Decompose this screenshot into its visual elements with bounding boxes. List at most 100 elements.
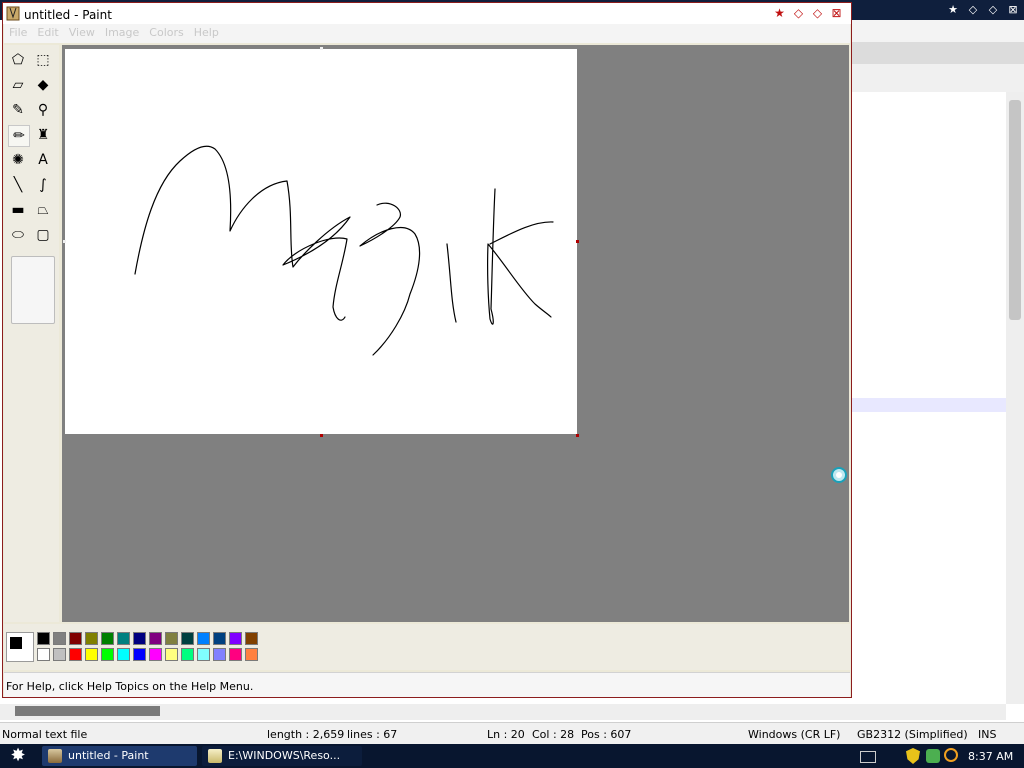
paint-titlebar bbox=[3, 3, 851, 24]
color-swatch[interactable] bbox=[213, 632, 226, 645]
line-number: Ln : 20 bbox=[487, 728, 525, 741]
menu-file[interactable]: File bbox=[4, 24, 32, 43]
color-swatch[interactable] bbox=[69, 648, 82, 661]
color-swatch[interactable] bbox=[245, 648, 258, 661]
position: Pos : 607 bbox=[581, 728, 632, 741]
network-icon[interactable] bbox=[926, 749, 940, 763]
fill-icon[interactable]: ◆ bbox=[33, 75, 53, 95]
background-toolbar bbox=[852, 20, 1024, 43]
free-form-select-icon[interactable]: ⬠ bbox=[8, 50, 28, 70]
file-type: Normal text file bbox=[2, 728, 88, 741]
color-swatch[interactable] bbox=[117, 632, 130, 645]
ellipse-icon[interactable]: ⬭ bbox=[8, 225, 28, 245]
color-swatch[interactable] bbox=[101, 632, 114, 645]
polygon-icon[interactable]: ⏢ bbox=[33, 200, 53, 220]
color-swatch[interactable] bbox=[69, 632, 82, 645]
color-swatch[interactable] bbox=[197, 648, 210, 661]
shield-icon[interactable] bbox=[906, 748, 920, 764]
curve-icon[interactable]: ∫ bbox=[33, 175, 53, 195]
background-tabbar-2 bbox=[852, 64, 1024, 93]
color-swatch[interactable] bbox=[197, 632, 210, 645]
background-window-controls: ★ ◇ ◇ ⊠ bbox=[946, 2, 1020, 18]
menu-colors[interactable]: Colors bbox=[144, 24, 188, 43]
menu-image[interactable]: Image bbox=[100, 24, 144, 43]
menu-view[interactable]: View bbox=[64, 24, 100, 43]
minimize-icon[interactable]: ◇ bbox=[791, 6, 806, 21]
restore-icon[interactable]: ◇ bbox=[986, 3, 1000, 17]
line-icon[interactable]: ╲ bbox=[8, 175, 28, 195]
window-title: untitled - Paint bbox=[24, 8, 112, 22]
pencil-icon[interactable]: ✏ bbox=[8, 125, 30, 147]
brush-icon[interactable]: ♜ bbox=[33, 125, 53, 145]
color-swatch[interactable] bbox=[165, 648, 178, 661]
taskbar-item-paint[interactable]: untitled - Paint bbox=[42, 746, 197, 766]
color-swatch[interactable] bbox=[133, 648, 146, 661]
paint-icon bbox=[48, 749, 62, 763]
menu-edit[interactable]: Edit bbox=[32, 24, 63, 43]
magnifier-icon[interactable]: ⚲ bbox=[33, 100, 53, 120]
encoding: GB2312 (Simplified) bbox=[857, 728, 968, 741]
color-swatch[interactable] bbox=[149, 632, 162, 645]
status-text: For Help, click Help Topics on the Help … bbox=[6, 680, 254, 693]
color-swatch[interactable] bbox=[181, 648, 194, 661]
menu-help[interactable]: Help bbox=[189, 24, 224, 43]
eraser-icon[interactable]: ▱ bbox=[8, 75, 28, 95]
taskbar-item-notepad[interactable]: E:\WINDOWS\Reso... bbox=[202, 746, 362, 766]
text-icon[interactable]: A bbox=[33, 150, 53, 170]
column-number: Col : 28 bbox=[532, 728, 575, 741]
color-swatch[interactable] bbox=[37, 632, 50, 645]
lines: lines : 67 bbox=[347, 728, 398, 741]
close-icon[interactable]: ⊠ bbox=[829, 6, 844, 21]
menubar: File Edit View Image Colors Help bbox=[4, 24, 850, 43]
rounded-rectangle-icon[interactable]: ▢ bbox=[33, 225, 53, 245]
star-icon[interactable]: ✸ bbox=[4, 746, 32, 766]
insert-mode: INS bbox=[978, 728, 997, 741]
airbrush-icon[interactable]: ✺ bbox=[8, 150, 28, 170]
color-swatch[interactable] bbox=[53, 632, 66, 645]
color-swatch[interactable] bbox=[181, 632, 194, 645]
drawing-scribble bbox=[134, 145, 554, 356]
keyboard-icon[interactable] bbox=[860, 751, 876, 763]
color-swatch[interactable] bbox=[229, 648, 242, 661]
color-swatch[interactable] bbox=[245, 632, 258, 645]
clock: 8:37 AM bbox=[968, 750, 1014, 763]
maximize-icon[interactable]: ◇ bbox=[810, 6, 825, 21]
drawing-canvas[interactable] bbox=[65, 49, 577, 434]
resize-handle-right[interactable] bbox=[576, 240, 579, 243]
vertical-scroll-thumb[interactable] bbox=[1009, 100, 1021, 320]
color-swatch[interactable] bbox=[213, 648, 226, 661]
resize-handle-left bbox=[63, 240, 66, 243]
taskbar-item-label: untitled - Paint bbox=[68, 749, 149, 762]
resize-handle-corner[interactable] bbox=[576, 434, 579, 437]
color-swatch[interactable] bbox=[37, 648, 50, 661]
color-swatch[interactable] bbox=[133, 632, 146, 645]
star-icon[interactable]: ★ bbox=[772, 6, 787, 21]
color-swatch[interactable] bbox=[53, 648, 66, 661]
paint-icon bbox=[6, 5, 20, 21]
length: length : 2,659 bbox=[267, 728, 345, 741]
eol-format: Windows (CR LF) bbox=[748, 728, 841, 741]
color-swatch[interactable] bbox=[101, 648, 114, 661]
color-swatch[interactable] bbox=[149, 648, 162, 661]
horizontal-scroll-thumb[interactable] bbox=[15, 706, 160, 716]
minimize-icon[interactable]: ◇ bbox=[966, 3, 980, 17]
star-icon[interactable]: ★ bbox=[946, 3, 960, 17]
current-line-highlight bbox=[852, 398, 1006, 412]
color-swatch[interactable] bbox=[165, 632, 178, 645]
color-swatch[interactable] bbox=[85, 648, 98, 661]
color-swatch[interactable] bbox=[117, 648, 130, 661]
search-icon[interactable] bbox=[944, 748, 958, 762]
tool-options-box[interactable] bbox=[11, 256, 55, 324]
select-icon[interactable]: ⬚ bbox=[33, 50, 53, 70]
foreground-color bbox=[9, 636, 23, 650]
pick-color-icon[interactable]: ✎ bbox=[8, 100, 28, 120]
color-swatch[interactable] bbox=[85, 632, 98, 645]
color-swatch[interactable] bbox=[229, 632, 242, 645]
rectangle-icon[interactable]: ▬ bbox=[8, 200, 28, 220]
resize-handle-bottom[interactable] bbox=[320, 434, 323, 437]
background-tabbar bbox=[852, 42, 1024, 64]
busy-cursor-icon bbox=[830, 466, 848, 484]
close-icon[interactable]: ⊠ bbox=[1006, 3, 1020, 17]
resize-handle-top bbox=[320, 47, 323, 50]
system-tray: 8:37 AM bbox=[860, 746, 1020, 766]
